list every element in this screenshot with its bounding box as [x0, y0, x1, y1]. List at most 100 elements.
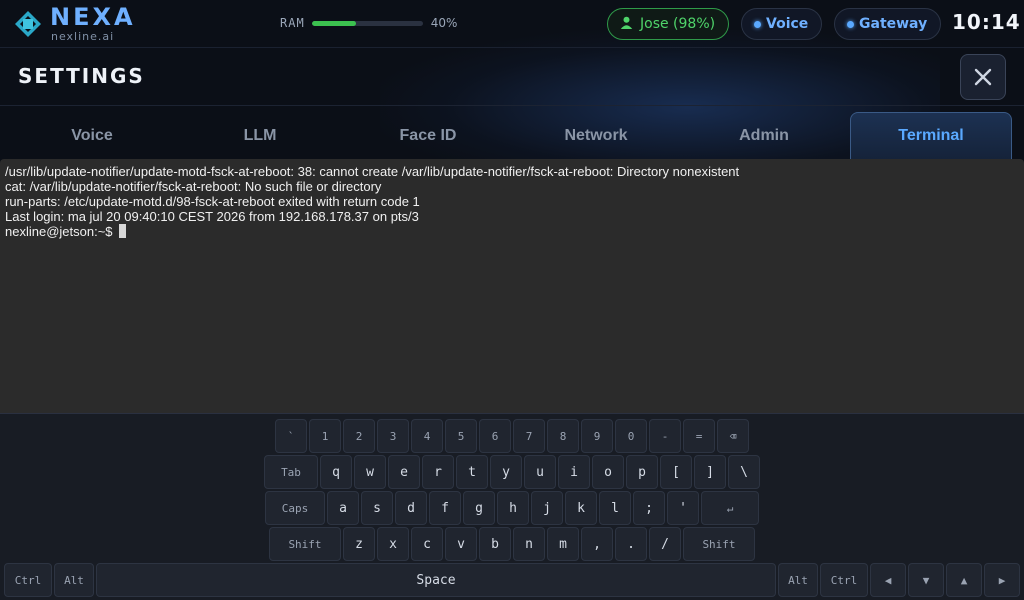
key-period[interactable]: .: [615, 527, 647, 561]
key-backtick[interactable]: `: [275, 419, 307, 453]
key-arrow-up[interactable]: ▲: [946, 563, 982, 597]
ram-meter: RAM 40%: [280, 15, 457, 31]
ram-label: RAM: [280, 16, 305, 30]
gateway-status-dot-icon: [847, 20, 854, 28]
close-button[interactable]: [960, 54, 1006, 100]
key-minus[interactable]: -: [649, 419, 681, 453]
key-space[interactable]: Space: [96, 563, 776, 597]
key-8[interactable]: 8: [547, 419, 579, 453]
key-ctrl[interactable]: Ctrl: [820, 563, 868, 597]
key-backspace[interactable]: ⌫: [717, 419, 749, 453]
key-c[interactable]: c: [411, 527, 443, 561]
key-s[interactable]: s: [361, 491, 393, 525]
key-caps[interactable]: Caps: [265, 491, 325, 525]
ram-bar-fill: [311, 20, 357, 26]
ram-percent: 40%: [430, 16, 458, 30]
header-divider: [0, 105, 1024, 106]
tab-voice[interactable]: Voice: [8, 112, 176, 159]
key-1[interactable]: 1: [309, 419, 341, 453]
terminal-prompt: nexline@jetson:~$: [5, 224, 113, 239]
key-alt[interactable]: Alt: [778, 563, 818, 597]
key-shift[interactable]: Shift: [269, 527, 341, 561]
gateway-status-pill[interactable]: Gateway: [834, 8, 941, 40]
key-a[interactable]: a: [327, 491, 359, 525]
key-w[interactable]: w: [354, 455, 386, 489]
terminal-line: /usr/lib/update-notifier/update-motd-fsc…: [5, 164, 740, 179]
terminal-cursor: [118, 224, 126, 238]
terminal-line: run-parts: /etc/update-motd.d/98-fsck-at…: [5, 194, 420, 209]
key-z[interactable]: z: [343, 527, 375, 561]
key-3[interactable]: 3: [377, 419, 409, 453]
key-q[interactable]: q: [320, 455, 352, 489]
voice-status-dot-icon: [754, 20, 761, 28]
key-tab[interactable]: Tab: [264, 455, 318, 489]
key-f[interactable]: f: [429, 491, 461, 525]
key-u[interactable]: u: [524, 455, 556, 489]
key-l[interactable]: l: [599, 491, 631, 525]
brand-name: NEXA: [50, 3, 136, 31]
key-ctrl[interactable]: Ctrl: [4, 563, 52, 597]
key-alt[interactable]: Alt: [54, 563, 94, 597]
tab-admin[interactable]: Admin: [680, 112, 848, 159]
tab-terminal[interactable]: Terminal: [850, 112, 1012, 159]
key-arrow-down[interactable]: ▼: [908, 563, 944, 597]
key-4[interactable]: 4: [411, 419, 443, 453]
key-b[interactable]: b: [479, 527, 511, 561]
key-e[interactable]: e: [388, 455, 420, 489]
key-0[interactable]: 0: [615, 419, 647, 453]
key-6[interactable]: 6: [479, 419, 511, 453]
key-i[interactable]: i: [558, 455, 590, 489]
key-arrow-left[interactable]: ◀: [870, 563, 906, 597]
key-m[interactable]: m: [547, 527, 579, 561]
key-semicolon[interactable]: ;: [633, 491, 665, 525]
key-9[interactable]: 9: [581, 419, 613, 453]
tab-network[interactable]: Network: [512, 112, 680, 159]
user-icon: [620, 16, 633, 33]
key-slash[interactable]: /: [649, 527, 681, 561]
ram-bar: [311, 20, 423, 26]
key-t[interactable]: t: [456, 455, 488, 489]
close-icon: [974, 68, 992, 86]
top-bar: NEXA nexline.ai RAM 40% Jose (98%) Voice…: [0, 0, 1024, 48]
key-equals[interactable]: =: [683, 419, 715, 453]
key-h[interactable]: h: [497, 491, 529, 525]
voice-status-pill[interactable]: Voice: [741, 8, 822, 40]
key-g[interactable]: g: [463, 491, 495, 525]
voice-status-text: Voice: [766, 16, 809, 32]
gateway-status-text: Gateway: [859, 16, 928, 32]
key-2[interactable]: 2: [343, 419, 375, 453]
key-n[interactable]: n: [513, 527, 545, 561]
key-right-bracket[interactable]: ]: [694, 455, 726, 489]
brand-domain: nexline.ai: [51, 30, 115, 43]
key-p[interactable]: p: [626, 455, 658, 489]
user-status-pill[interactable]: Jose (98%): [607, 8, 729, 40]
key-k[interactable]: k: [565, 491, 597, 525]
on-screen-keyboard: ` 1 2 3 4 5 6 7 8 9 0- = ⌫ Tab q w e r t y u i o p[] \ Caps a s d f g h…: [0, 413, 1024, 600]
tab-face-id[interactable]: Face ID: [344, 112, 512, 159]
key-comma[interactable]: ,: [581, 527, 613, 561]
tab-llm[interactable]: LLM: [176, 112, 344, 159]
key-shift[interactable]: Shift: [683, 527, 755, 561]
key-j[interactable]: j: [531, 491, 563, 525]
key-o[interactable]: o: [592, 455, 624, 489]
key-backslash[interactable]: \: [728, 455, 760, 489]
key-d[interactable]: d: [395, 491, 427, 525]
page-title: SETTINGS: [18, 64, 145, 88]
terminal-output[interactable]: /usr/lib/update-notifier/update-motd-fsc…: [0, 159, 1024, 413]
key-5[interactable]: 5: [445, 419, 477, 453]
key-r[interactable]: r: [422, 455, 454, 489]
clock: 10:14: [952, 10, 1021, 34]
terminal-line: Last login: ma jul 20 09:40:10 CEST 2026…: [5, 209, 419, 224]
key-left-bracket[interactable]: [: [660, 455, 692, 489]
key-v[interactable]: v: [445, 527, 477, 561]
key-arrow-right[interactable]: ▶: [984, 563, 1020, 597]
key-enter[interactable]: ↵: [701, 491, 759, 525]
key-x[interactable]: x: [377, 527, 409, 561]
key-quote[interactable]: ': [667, 491, 699, 525]
terminal-line: cat: /var/lib/update-notifier/fsck-at-re…: [5, 179, 382, 194]
settings-tabs: Voice LLM Face ID Network Admin Terminal: [0, 112, 1024, 159]
terminal-prompt-line: nexline@jetson:~$: [5, 224, 1019, 239]
key-y[interactable]: y: [490, 455, 522, 489]
key-7[interactable]: 7: [513, 419, 545, 453]
nexa-logo-icon: [15, 11, 41, 37]
